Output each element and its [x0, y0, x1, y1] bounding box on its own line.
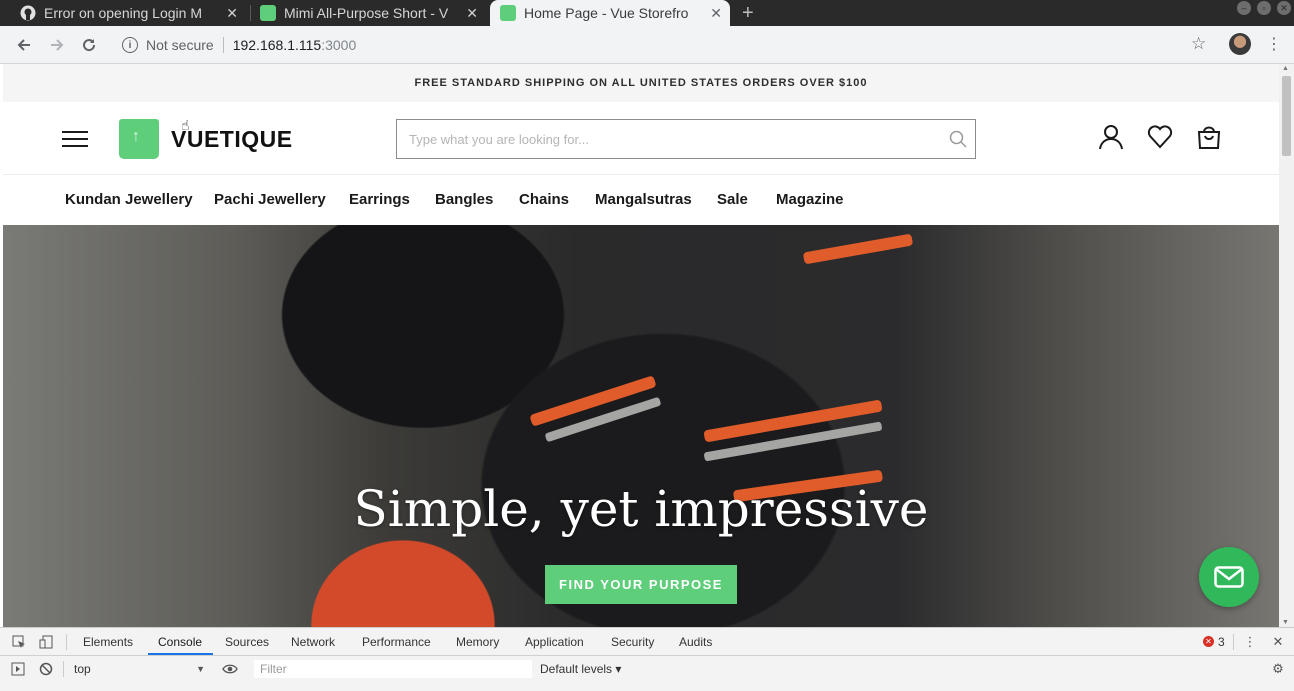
- close-tab-icon[interactable]: ✕: [466, 5, 478, 22]
- console-settings-gear-icon[interactable]: ⚙: [1270, 661, 1286, 677]
- browser-tab-strip: Error on opening Login M ✕ Mimi All-Purp…: [0, 0, 1294, 26]
- devtools-menu-icon[interactable]: ⋮: [1242, 634, 1258, 650]
- error-icon[interactable]: ✕: [1203, 636, 1214, 647]
- close-devtools-icon[interactable]: ✕: [1270, 634, 1286, 650]
- nav-item-chains[interactable]: Chains: [519, 191, 569, 208]
- log-levels-dropdown[interactable]: Default levels ▾: [540, 662, 621, 676]
- devtools-tab-memory[interactable]: Memory: [456, 635, 499, 649]
- divider: [222, 37, 224, 53]
- url-host: 192.168.1.115: [232, 37, 322, 53]
- page-viewport: FREE STANDARD SHIPPING ON ALL UNITED STA…: [3, 64, 1279, 627]
- devtools-tab-audits[interactable]: Audits: [679, 635, 712, 649]
- browser-tab-title: Home Page - Vue Storefro: [524, 5, 689, 21]
- close-tab-icon[interactable]: ✕: [226, 5, 238, 22]
- devtools-tab-sources[interactable]: Sources: [225, 635, 269, 649]
- divider: [66, 634, 67, 650]
- divider: [63, 661, 64, 677]
- wishlist-heart-icon[interactable]: [1147, 124, 1173, 150]
- active-tab-indicator: [148, 653, 213, 655]
- browser-menu-icon[interactable]: ⋮: [1266, 34, 1282, 54]
- back-arrow-icon[interactable]: [13, 34, 35, 56]
- devtools-tab-performance[interactable]: Performance: [362, 635, 431, 649]
- nav-item-pachi-jewellery[interactable]: Pachi Jewellery: [214, 191, 326, 208]
- site-header: VUETIQUE ☝: [3, 102, 1279, 174]
- hero-title: Simple, yet impressive: [353, 480, 929, 538]
- nav-item-kundan-jewellery[interactable]: Kundan Jewellery: [65, 191, 193, 208]
- devtools-tab-network[interactable]: Network: [291, 635, 335, 649]
- security-label: Not secure: [146, 37, 214, 53]
- context-value: top: [74, 662, 91, 676]
- hamburger-menu-icon[interactable]: [62, 131, 88, 147]
- vuestorefront-bag-icon: [260, 5, 276, 21]
- address-bar[interactable]: i Not secure 192.168.1.115 :3000: [112, 31, 1252, 59]
- hand-cursor-icon: ☝: [181, 117, 190, 133]
- clear-console-icon[interactable]: [38, 661, 54, 677]
- logo-bag-icon[interactable]: [119, 119, 159, 159]
- nav-item-mangalsutras[interactable]: Mangalsutras: [595, 191, 692, 208]
- page-scrollbar[interactable]: ▲ ▼: [1279, 64, 1294, 627]
- nav-item-sale[interactable]: Sale: [717, 191, 748, 208]
- console-toolbar: top ▼ Default levels ▾ ⚙: [0, 656, 1294, 682]
- search-icon[interactable]: [949, 130, 967, 148]
- vuestorefront-bag-icon: [500, 5, 516, 21]
- devtools-tab-elements[interactable]: Elements: [83, 635, 133, 649]
- browser-tab-home-page[interactable]: Home Page - Vue Storefro ✕: [490, 0, 730, 26]
- promo-bar: FREE STANDARD SHIPPING ON ALL UNITED STA…: [3, 64, 1279, 102]
- reload-icon[interactable]: [78, 34, 100, 56]
- live-expression-eye-icon[interactable]: [222, 661, 238, 677]
- device-toolbar-icon[interactable]: [38, 634, 54, 650]
- url-port: :3000: [321, 37, 357, 53]
- profile-avatar[interactable]: [1229, 33, 1251, 55]
- search-box: [396, 119, 976, 159]
- info-icon[interactable]: i: [122, 37, 138, 53]
- nav-item-magazine[interactable]: Magazine: [776, 191, 844, 208]
- find-your-purpose-button[interactable]: FIND YOUR PURPOSE: [545, 565, 737, 604]
- browser-toolbar: i Not secure 192.168.1.115 :3000: [0, 26, 1294, 64]
- cart-bag-icon[interactable]: [1196, 124, 1222, 150]
- devtools-tab-application[interactable]: Application: [525, 635, 584, 649]
- mail-icon: [1214, 566, 1244, 588]
- devtools-tab-security[interactable]: Security: [611, 635, 654, 649]
- inspect-element-icon[interactable]: [11, 634, 27, 650]
- scrollbar-thumb[interactable]: [1282, 76, 1291, 156]
- nav-item-earrings[interactable]: Earrings: [349, 191, 410, 208]
- divider: [1233, 634, 1234, 650]
- dropdown-caret-icon: ▼: [196, 664, 205, 674]
- context-selector[interactable]: top ▼: [68, 659, 210, 679]
- show-sidebar-icon[interactable]: [10, 661, 26, 677]
- scroll-up-arrow-icon[interactable]: ▲: [1282, 65, 1289, 72]
- bookmark-star-icon[interactable]: ☆: [1191, 34, 1206, 54]
- close-tab-icon[interactable]: ✕: [710, 5, 722, 22]
- hero-banner: Simple, yet impressive FIND YOUR PURPOSE: [3, 225, 1279, 627]
- maximize-window-button[interactable]: ▫: [1257, 1, 1271, 15]
- forward-arrow-icon[interactable]: [46, 34, 68, 56]
- browser-tab-title: Error on opening Login M: [44, 5, 202, 21]
- minimize-window-button[interactable]: –: [1237, 1, 1251, 15]
- console-filter-input[interactable]: [254, 660, 532, 678]
- newsletter-mail-button[interactable]: [1199, 547, 1259, 607]
- hero-image-decoration: [802, 233, 914, 265]
- browser-tab-github[interactable]: Error on opening Login M ✕: [20, 0, 246, 26]
- error-count[interactable]: 3: [1218, 635, 1225, 649]
- search-input[interactable]: [397, 120, 937, 158]
- close-window-button[interactable]: ✕: [1277, 1, 1291, 15]
- browser-tab-mimi[interactable]: Mimi All-Purpose Short - V ✕: [260, 0, 486, 26]
- devtools-tab-console[interactable]: Console: [158, 635, 202, 649]
- account-icon[interactable]: [1098, 124, 1124, 150]
- browser-tab-title: Mimi All-Purpose Short - V: [284, 5, 449, 21]
- devtools-tab-bar: Elements Console Sources Network Perform…: [0, 628, 1294, 656]
- github-icon: [20, 5, 36, 21]
- devtools-panel: Elements Console Sources Network Perform…: [0, 627, 1294, 691]
- nav-item-bangles[interactable]: Bangles: [435, 191, 493, 208]
- category-nav: Kundan Jewellery Pachi Jewellery Earring…: [3, 174, 1279, 225]
- tab-separator: [250, 5, 251, 21]
- scroll-down-arrow-icon[interactable]: ▼: [1282, 619, 1289, 626]
- new-tab-button[interactable]: +: [742, 0, 754, 26]
